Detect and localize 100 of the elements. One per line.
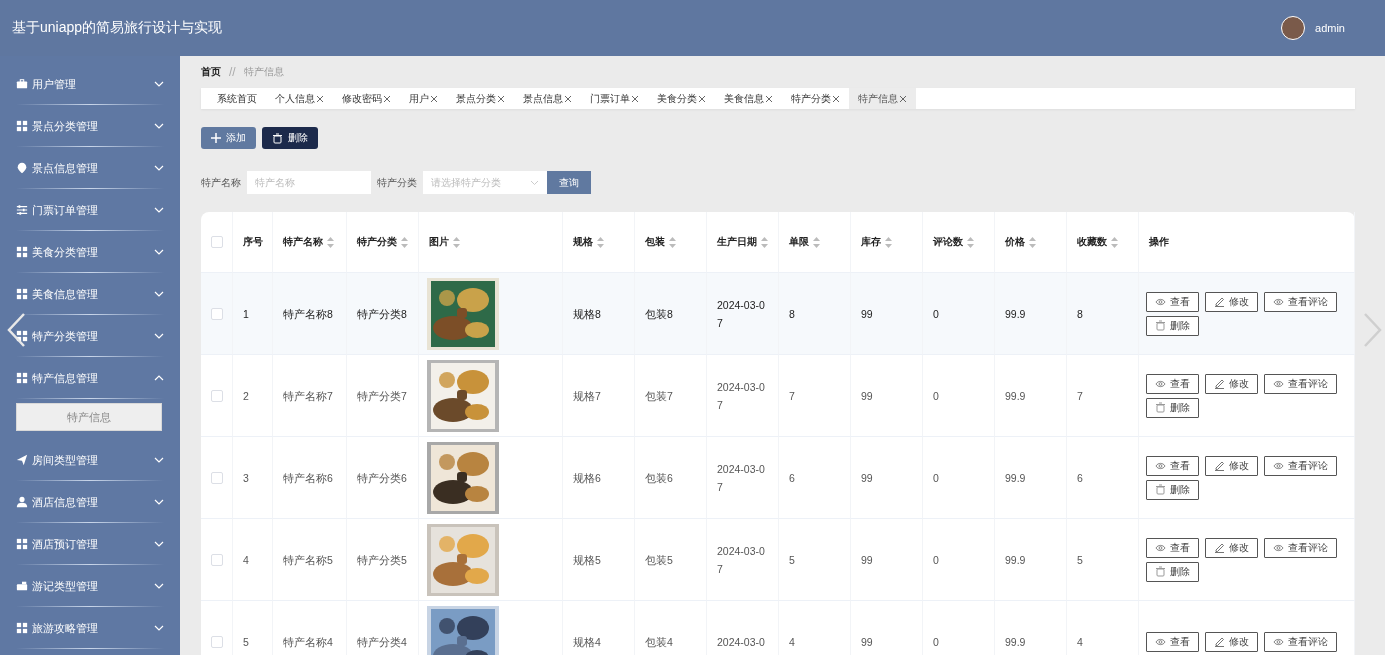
close-icon (316, 94, 324, 103)
tab[interactable]: 系统首页 (208, 88, 266, 109)
menu-item[interactable]: 美食分类管理 (0, 231, 180, 273)
column-header[interactable]: 包装 (645, 235, 665, 249)
menu-item[interactable]: 酒店预订管理 (0, 523, 180, 565)
edit-button[interactable]: 修改 (1205, 373, 1258, 394)
delete-button[interactable]: 删除 (262, 127, 318, 149)
menu-item[interactable]: 门票订单管理 (0, 189, 180, 231)
column-header[interactable]: 特产名称 (283, 235, 323, 249)
column-header: 操作 (1149, 235, 1169, 249)
view-button[interactable]: 查看评论 (1264, 373, 1337, 394)
view-button[interactable]: 查看评论 (1264, 291, 1337, 312)
checkbox[interactable] (211, 389, 223, 402)
column-header[interactable]: 库存 (861, 235, 881, 249)
checkbox[interactable] (211, 553, 223, 566)
breadcrumb-item[interactable]: 首页 (201, 65, 221, 79)
view-button[interactable]: 查看 (1146, 631, 1199, 652)
menu-item[interactable]: 房间类型管理 (0, 439, 180, 481)
menu-item[interactable]: 景点分类管理 (0, 105, 180, 147)
tab[interactable]: 景点分类 (447, 88, 514, 109)
tab[interactable]: 个人信息 (266, 88, 333, 109)
chevron-down-icon (154, 290, 164, 298)
sort-icon (967, 236, 974, 248)
menu-item[interactable]: 景点信息管理 (0, 147, 180, 189)
table-cell-text: 2024-03-07 (717, 543, 766, 577)
column-header[interactable]: 单限 (789, 235, 809, 249)
column-header[interactable]: 图片 (429, 235, 449, 249)
table-cell-text: 99 (861, 470, 873, 486)
menu-item[interactable]: 酒店信息管理 (0, 481, 180, 523)
column-header[interactable]: 收藏数 (1077, 235, 1107, 249)
chevron-left-icon[interactable] (6, 312, 26, 348)
column-header[interactable]: 评论数 (933, 235, 963, 249)
view-button[interactable]: 查看评论 (1264, 455, 1337, 476)
column-header[interactable]: 生产日期 (717, 235, 757, 249)
view-button[interactable]: 查看 (1146, 537, 1199, 558)
pen-icon (1214, 636, 1225, 647)
checkbox[interactable] (211, 236, 223, 248)
checkbox[interactable] (211, 307, 223, 320)
table-cell-text: 99 (861, 388, 873, 404)
tab[interactable]: 美食信息 (715, 88, 782, 109)
table-cell-text: 包装6 (645, 470, 673, 486)
trash-icon (1155, 402, 1166, 413)
table-cell-text: 特产分类6 (357, 470, 407, 486)
grid-icon (16, 246, 28, 258)
tab[interactable]: 用户 (400, 88, 447, 109)
delete-button[interactable]: 删除 (1146, 315, 1199, 336)
tab[interactable]: 门票订单 (581, 88, 648, 109)
tab[interactable]: 美食分类 (648, 88, 715, 109)
view-button[interactable]: 查看 (1146, 291, 1199, 312)
search-field[interactable]: 特产名称 (247, 171, 371, 194)
delete-button[interactable]: 删除 (1146, 479, 1199, 500)
table-cell-text: 特产分类8 (357, 306, 407, 322)
table-cell-text: 8 (1077, 306, 1083, 322)
menu-item[interactable]: 游记类型管理 (0, 565, 180, 607)
tab[interactable]: 特产分类 (782, 88, 849, 109)
chevron-down-icon (154, 206, 164, 214)
view-button[interactable]: 查看 (1146, 455, 1199, 476)
plus-icon (211, 133, 221, 143)
eye-icon (1273, 460, 1284, 471)
close-icon (698, 94, 706, 103)
menu-item[interactable]: 美食信息管理 (0, 273, 180, 315)
column-header[interactable]: 规格 (573, 235, 593, 249)
table-cell-text: 6 (1077, 470, 1083, 486)
edit-button[interactable]: 修改 (1205, 291, 1258, 312)
menu-item[interactable]: 特产信息管理 (0, 357, 180, 399)
view-button[interactable]: 查看评论 (1264, 631, 1337, 652)
checkbox[interactable] (211, 471, 223, 484)
column-header[interactable]: 特产分类 (357, 235, 397, 249)
tab[interactable]: 景点信息 (514, 88, 581, 109)
add-button[interactable]: 添加 (201, 127, 256, 149)
edit-button[interactable]: 修改 (1205, 455, 1258, 476)
sort-icon (597, 236, 604, 248)
edit-button[interactable]: 修改 (1205, 537, 1258, 558)
table-cell-text: 包装7 (645, 388, 673, 404)
chevron-right-icon[interactable] (1363, 312, 1383, 348)
search-button[interactable]: 查询 (547, 171, 591, 194)
sort-icon (1111, 236, 1118, 248)
view-button[interactable]: 查看 (1146, 373, 1199, 394)
avatar[interactable] (1281, 16, 1306, 40)
menu-item[interactable]: 用户管理 (0, 63, 180, 105)
tab[interactable]: 特产信息 (849, 88, 916, 109)
menu-item[interactable]: 旅游攻略管理 (0, 607, 180, 649)
table-cell-text: 规格8 (573, 306, 601, 322)
table-cell-text: 99 (861, 306, 873, 322)
view-button[interactable]: 查看评论 (1264, 537, 1337, 558)
column-header[interactable]: 价格 (1005, 235, 1025, 249)
chevron-down-icon (530, 179, 539, 186)
table-cell-text: 99 (861, 552, 873, 568)
user-name[interactable]: admin (1315, 22, 1345, 34)
edit-button[interactable]: 修改 (1205, 631, 1258, 652)
table-cell-text: 特产分类7 (357, 388, 407, 404)
trash-icon (272, 132, 283, 144)
chevron-down-icon (154, 582, 164, 590)
delete-button[interactable]: 删除 (1146, 397, 1199, 418)
tab[interactable]: 修改密码 (333, 88, 400, 109)
menu-item[interactable]: 特产分类管理 (0, 315, 180, 357)
checkbox[interactable] (211, 635, 223, 648)
sort-icon (453, 236, 460, 248)
delete-button[interactable]: 删除 (1146, 561, 1199, 582)
grid-icon (16, 288, 28, 300)
